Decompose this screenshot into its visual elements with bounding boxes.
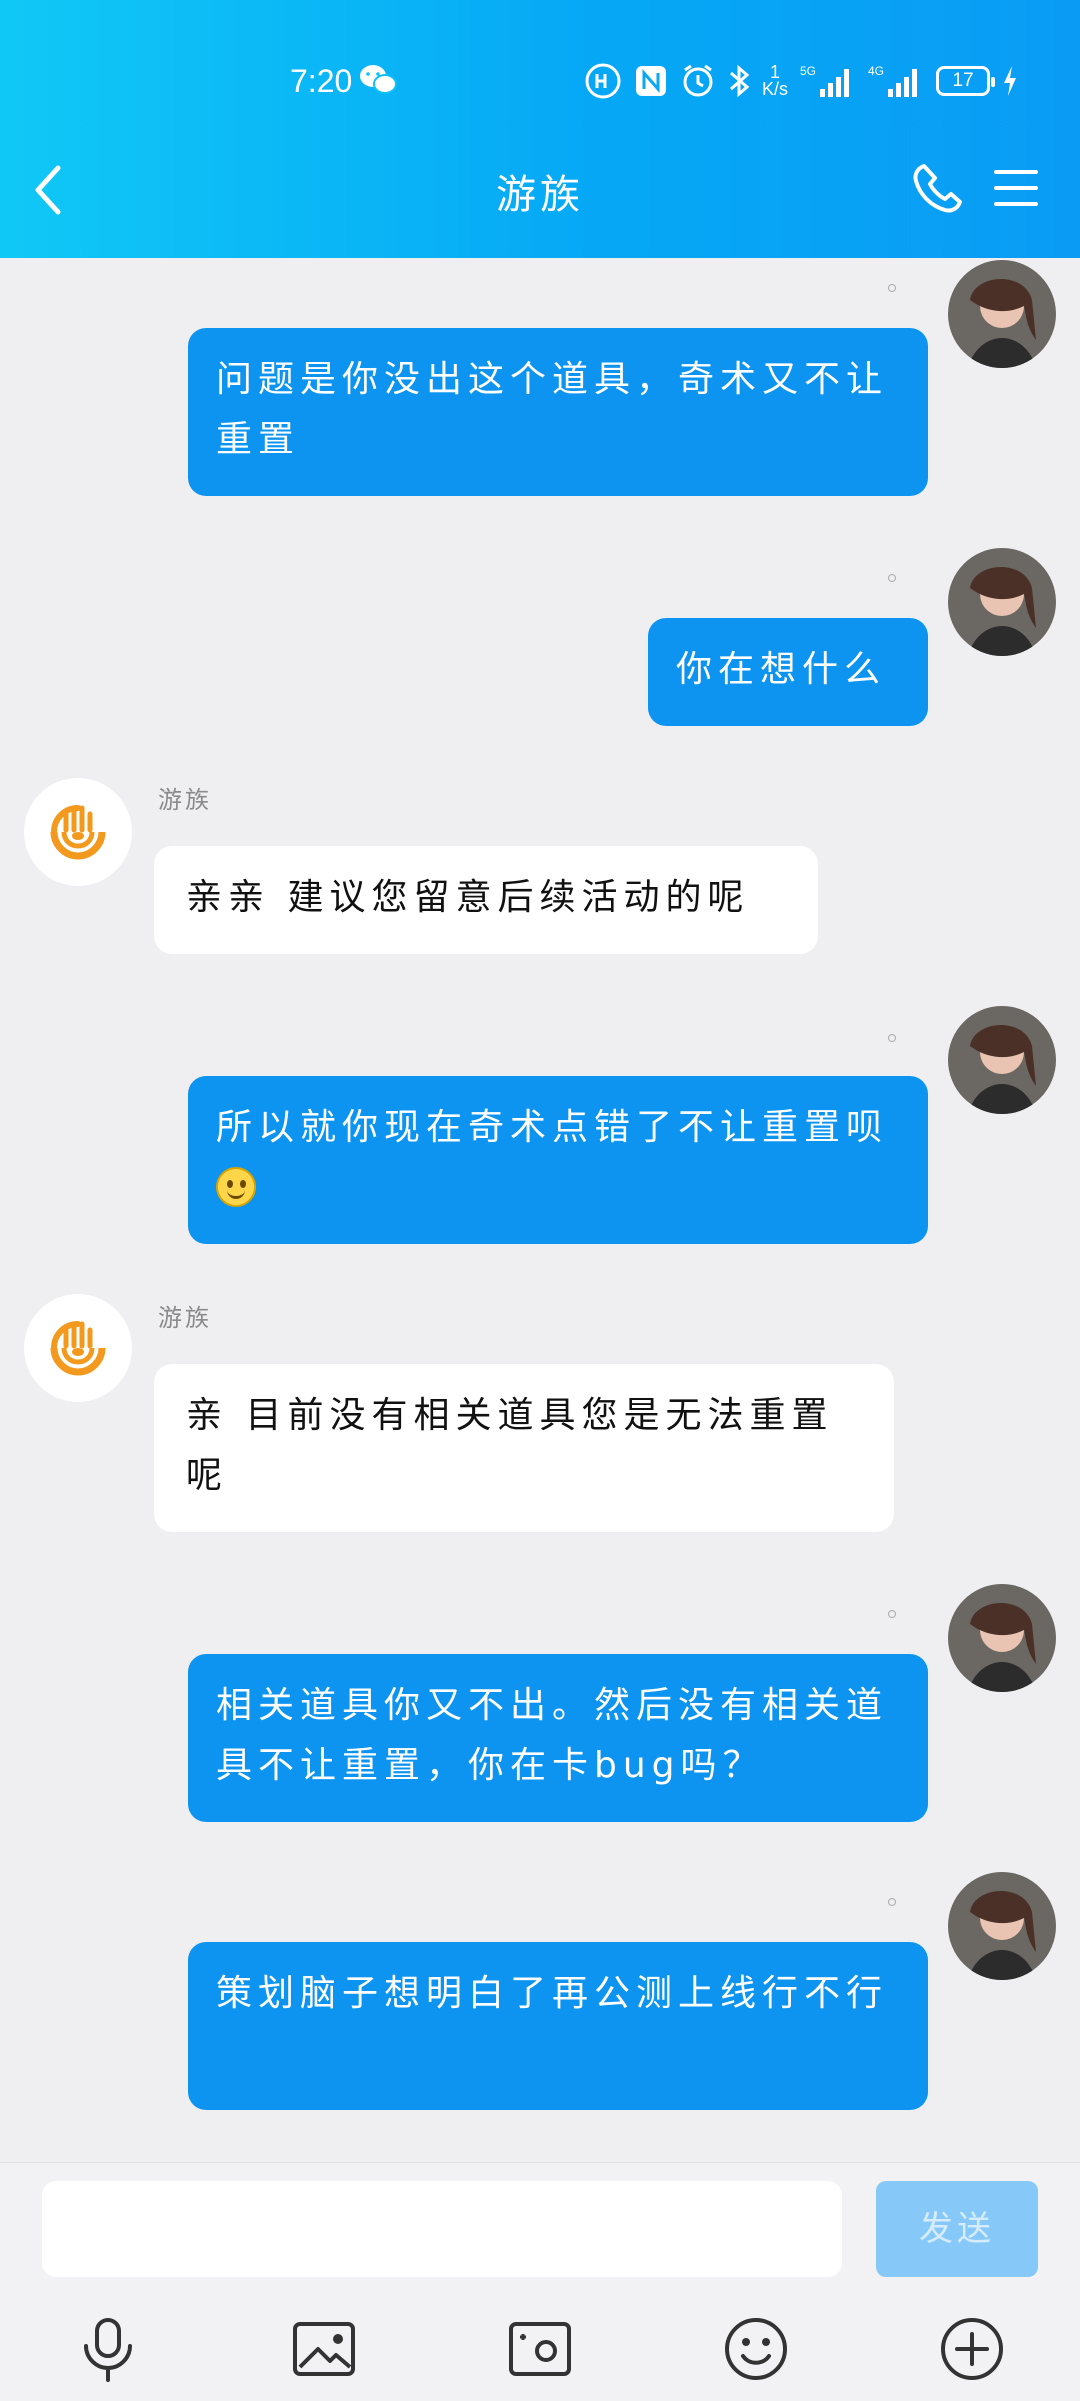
youzu-logo-icon	[50, 805, 106, 860]
sender-name: 游族	[158, 1304, 212, 1332]
camera-icon[interactable]	[504, 2313, 576, 2385]
message-text: 策划脑子想明白了再公测上线行不行	[216, 1973, 889, 2014]
message-text: 亲亲 建议您留意后续活动的呢	[186, 877, 750, 918]
signal-5g-icon: 5G	[800, 63, 856, 99]
send-button[interactable]: 发送	[876, 2181, 1038, 2277]
read-indicator	[888, 1610, 896, 1618]
status-bar: 7:20 1 K/s 5G 4G 17	[0, 58, 1080, 104]
signal-4g-icon: 4G	[868, 63, 924, 99]
read-indicator	[888, 1034, 896, 1042]
message-input[interactable]	[42, 2181, 842, 2277]
message-bubble-outgoing[interactable]: 相关道具你又不出。然后没有相关道具不让重置，你在卡bug吗？	[188, 1654, 928, 1822]
menu-button[interactable]	[992, 164, 1040, 216]
battery-indicator: 17	[936, 66, 996, 96]
message-bubble-outgoing[interactable]: 策划脑子想明白了再公测上线行不行	[188, 1942, 928, 2110]
phone-call-button[interactable]	[910, 160, 966, 220]
message-text: 问题是你没出这个道具，奇术又不让重置	[216, 359, 889, 460]
avatar[interactable]	[24, 1294, 132, 1402]
avatar[interactable]	[948, 260, 1056, 368]
alarm-icon	[680, 63, 716, 99]
avatar[interactable]	[948, 1872, 1056, 1980]
message-text: 你在想什么	[676, 649, 887, 690]
avatar[interactable]	[948, 1006, 1056, 1114]
avatar[interactable]	[24, 778, 132, 886]
status-time: 7:20	[290, 63, 353, 99]
wechat-icon	[358, 62, 398, 102]
input-bar: 发送	[0, 2162, 1080, 2401]
avatar[interactable]	[948, 548, 1056, 656]
microphone-icon[interactable]	[72, 2313, 144, 2385]
message-text: 所以就你现在奇术点错了不让重置呗	[216, 1107, 889, 1148]
read-indicator	[888, 284, 896, 292]
message-text: 亲 目前没有相关道具您是无法重置呢	[186, 1395, 834, 1496]
net-speed: 1 K/s	[762, 62, 789, 99]
svg-text:4G: 4G	[868, 64, 884, 78]
emoji-icon[interactable]	[720, 2313, 792, 2385]
plus-icon[interactable]	[936, 2313, 1008, 2385]
svg-text:5G: 5G	[800, 64, 816, 78]
smile-emoji-icon	[216, 1167, 256, 1207]
sender-name: 游族	[158, 786, 212, 814]
youzu-logo-icon	[50, 1321, 106, 1376]
app-header: 7:20 1 K/s 5G 4G 17 游族	[0, 0, 1080, 258]
message-bubble-outgoing[interactable]: 所以就你现在奇术点错了不让重置呗	[188, 1076, 928, 1244]
bluetooth-icon	[728, 63, 750, 99]
avatar[interactable]	[948, 1584, 1056, 1692]
chat-area[interactable]: 问题是你没出这个道具，奇术又不让重置 你在想什么 游族 亲亲 建议您留意后续活动…	[0, 258, 1080, 2162]
read-indicator	[888, 1898, 896, 1906]
read-indicator	[888, 574, 896, 582]
message-bubble-outgoing[interactable]: 问题是你没出这个道具，奇术又不让重置	[188, 328, 928, 496]
charging-icon	[1002, 64, 1018, 98]
message-text: 相关道具你又不出。然后没有相关道具不让重置，你在卡bug吗？	[216, 1685, 889, 1786]
message-bubble-outgoing[interactable]: 你在想什么	[648, 618, 928, 726]
message-bubble-incoming[interactable]: 亲亲 建议您留意后续活动的呢	[154, 846, 818, 954]
image-icon[interactable]	[288, 2313, 360, 2385]
message-bubble-incoming[interactable]: 亲 目前没有相关道具您是无法重置呢	[154, 1364, 894, 1532]
toolbar	[0, 2313, 1080, 2393]
nfc-icon	[634, 64, 668, 98]
hd-icon	[584, 62, 622, 100]
